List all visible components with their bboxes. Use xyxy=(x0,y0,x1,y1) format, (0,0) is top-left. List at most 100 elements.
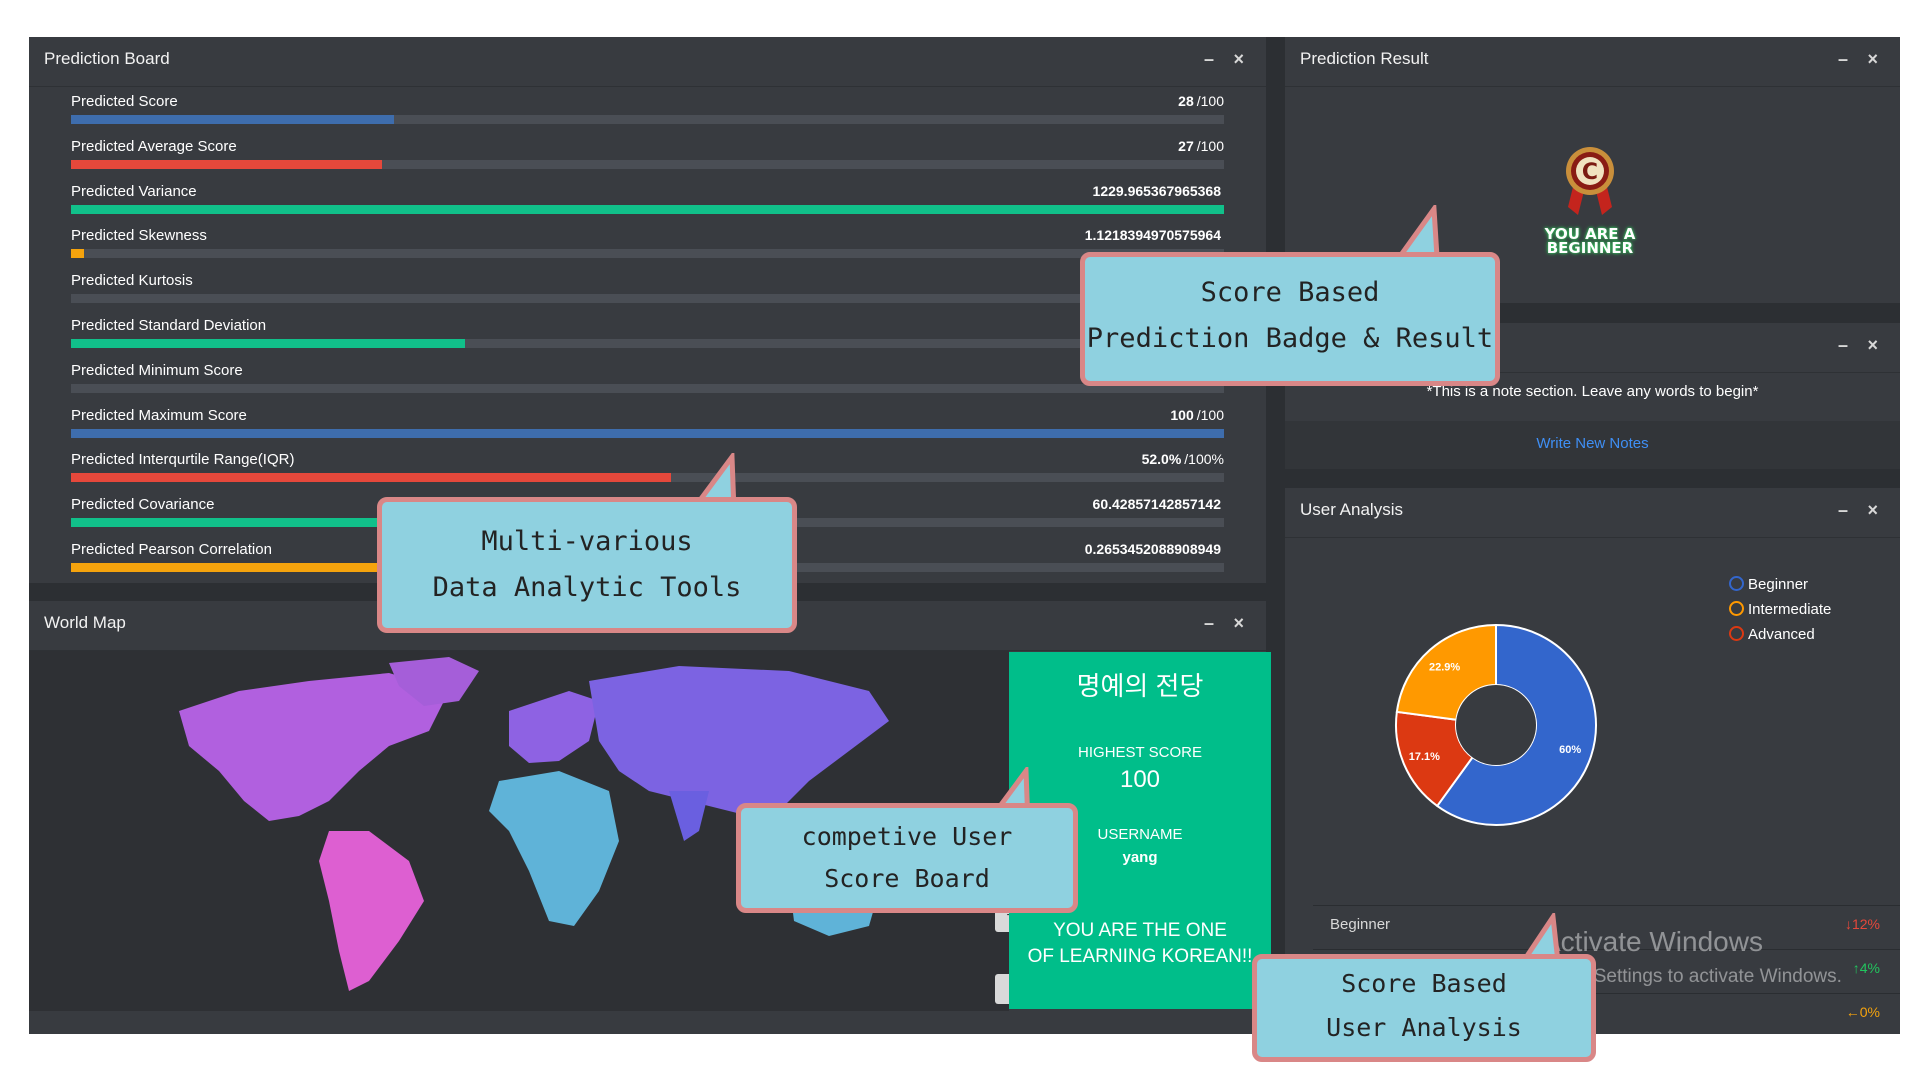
callout-line: Data Analytic Tools xyxy=(432,572,742,603)
metric-number: 0.2653452088908949 xyxy=(1084,541,1221,557)
metric-progress-track xyxy=(71,428,1224,438)
metric-unit: /100 xyxy=(1196,137,1224,154)
callout-line: Multi-various xyxy=(481,526,693,557)
metric-number: 60.42857142857142 xyxy=(1092,496,1221,513)
callout-analysis: Score Based User Analysis xyxy=(1252,954,1596,1062)
metric-label: Predicted Skewness xyxy=(71,227,207,245)
metric-number: 28 xyxy=(1178,93,1194,109)
map-region-india xyxy=(669,791,709,841)
panel-title: Prediction Board xyxy=(44,49,170,68)
close-icon[interactable]: × xyxy=(1233,613,1244,634)
donut-slice-label: 60% xyxy=(1559,744,1581,756)
notes-footer: Write New Notes xyxy=(1285,421,1900,469)
metric-progress-track xyxy=(71,383,1224,393)
metric-value: 100/100 xyxy=(1170,407,1224,423)
callout-scoreboard: competive User Score Board xyxy=(736,803,1078,913)
callout-tools: Multi-various Data Analytic Tools xyxy=(377,497,797,633)
callout-line: Prediction Badge & Result xyxy=(1086,323,1494,354)
user-level-donut-chart: 60% 17.1% 22.9% xyxy=(1395,623,1597,826)
metric-progress-fill xyxy=(71,249,84,259)
callout-line: User Analysis xyxy=(1326,1013,1522,1042)
stat-change: ←0% xyxy=(1845,1004,1880,1020)
minimize-icon[interactable]: – xyxy=(1838,500,1848,521)
metric-row: Predicted Average Score 27/100 xyxy=(71,132,1224,176)
metric-progress-track xyxy=(71,294,1224,304)
close-icon[interactable]: × xyxy=(1233,49,1244,70)
metric-value: 52.0%/100% xyxy=(1142,451,1224,467)
callout-badge: Score Based Prediction Badge & Result xyxy=(1080,252,1500,386)
prediction-board-header: Prediction Board – × xyxy=(29,37,1266,87)
badge-caption-line2: BEGINNER xyxy=(1546,239,1634,257)
metric-progress-track xyxy=(71,339,1224,348)
metric-row: Predicted Interqurtile Range(IQR) 52.0%/1… xyxy=(71,445,1224,489)
metric-label: Predicted Interqurtile Range(IQR) xyxy=(71,451,295,469)
donut-slice-label: 17.1% xyxy=(1409,751,1440,763)
metric-label: Predicted Score xyxy=(71,93,178,110)
fame-message-line1: YOU ARE THE ONE xyxy=(1053,920,1227,941)
legend-dot xyxy=(1729,626,1744,641)
metric-value: 60.42857142857142 xyxy=(1093,496,1224,512)
metric-progress-track xyxy=(71,473,1224,483)
metric-progress-fill xyxy=(71,159,383,169)
metric-number: 1229.965367965368 xyxy=(1092,182,1221,199)
callout-line: Score Board xyxy=(824,864,990,893)
metric-progress-track xyxy=(71,159,1224,169)
metric-unit: /100% xyxy=(1184,451,1224,468)
minimize-icon[interactable]: – xyxy=(1204,613,1214,634)
legend-item-intermediate[interactable]: Intermediate xyxy=(1729,601,1831,618)
minimize-icon[interactable]: – xyxy=(1838,49,1848,70)
legend-item-beginner[interactable]: Beginner xyxy=(1729,576,1808,593)
map-region-africa xyxy=(489,771,619,926)
panel-title: World Map xyxy=(44,613,126,632)
callout-line: competive User xyxy=(801,822,1013,851)
metric-unit: /100 xyxy=(1196,406,1224,423)
metric-progress-track xyxy=(71,115,1224,124)
metric-label: Predicted Covariance xyxy=(71,496,215,514)
metric-label: Predicted Minimum Score xyxy=(71,361,243,379)
map-region-asia xyxy=(589,666,889,821)
badge-letter: C xyxy=(1582,160,1598,185)
metric-label: Predicted Kurtosis xyxy=(71,272,193,290)
close-icon[interactable]: × xyxy=(1867,49,1878,70)
legend-dot xyxy=(1729,576,1744,591)
callout-line: Score Based xyxy=(1341,969,1507,998)
metric-label: Predicted Standard Deviation xyxy=(71,317,267,334)
panel-title: User Analysis xyxy=(1300,500,1403,519)
legend-label: Beginner xyxy=(1748,576,1809,593)
callout-line: Score Based xyxy=(1200,277,1380,308)
metric-label: Predicted Pearson Correlation xyxy=(71,541,272,558)
metric-value: 28/100 xyxy=(1178,93,1224,109)
metric-row: Predicted Score 28/100 xyxy=(71,87,1224,131)
metric-label: Predicted Variance xyxy=(71,182,197,200)
map-region-europe xyxy=(509,691,599,763)
metric-progress-track xyxy=(71,204,1224,214)
write-new-notes-link[interactable]: Write New Notes xyxy=(1536,435,1648,452)
minimize-icon[interactable]: – xyxy=(1838,335,1848,356)
close-icon[interactable]: × xyxy=(1867,335,1878,356)
close-icon[interactable]: × xyxy=(1867,500,1878,521)
metric-value: 0.2653452088908949 xyxy=(1085,541,1224,557)
rank-badge: C YOU ARE A BEGINNER xyxy=(1530,143,1650,263)
metric-progress-fill xyxy=(71,204,1224,214)
metric-progress-fill xyxy=(71,339,466,348)
metric-unit: /100 xyxy=(1196,93,1224,109)
metric-progress-track xyxy=(71,249,1224,259)
metric-number: 52.0% xyxy=(1141,451,1182,468)
user-analysis-header: User Analysis – × xyxy=(1285,488,1900,538)
metric-label: Predicted Maximum Score xyxy=(71,406,247,424)
panel-title: Prediction Result xyxy=(1300,49,1429,68)
prediction-result-header: Prediction Result – × xyxy=(1285,37,1900,87)
stat-label: Beginner xyxy=(1330,916,1391,933)
metric-row: Predicted Skewness 1.1218394970575964 xyxy=(71,221,1224,265)
map-region-south-america xyxy=(319,831,424,991)
metric-value: 1229.965367965368 xyxy=(1093,183,1224,199)
medal-icon: C xyxy=(1566,147,1614,215)
metric-value: 27/100 xyxy=(1178,138,1224,154)
stat-change: ↑4% xyxy=(1852,960,1880,976)
donut-hole xyxy=(1456,685,1536,765)
hall-of-fame-title: 명예의 전당 xyxy=(1076,671,1204,701)
metric-row: Predicted Maximum Score 100/100 xyxy=(71,401,1224,445)
minimize-icon[interactable]: – xyxy=(1204,49,1214,70)
legend-item-advanced[interactable]: Advanced xyxy=(1729,626,1815,643)
metric-row: Predicted Kurtosis-0. xyxy=(71,266,1224,310)
